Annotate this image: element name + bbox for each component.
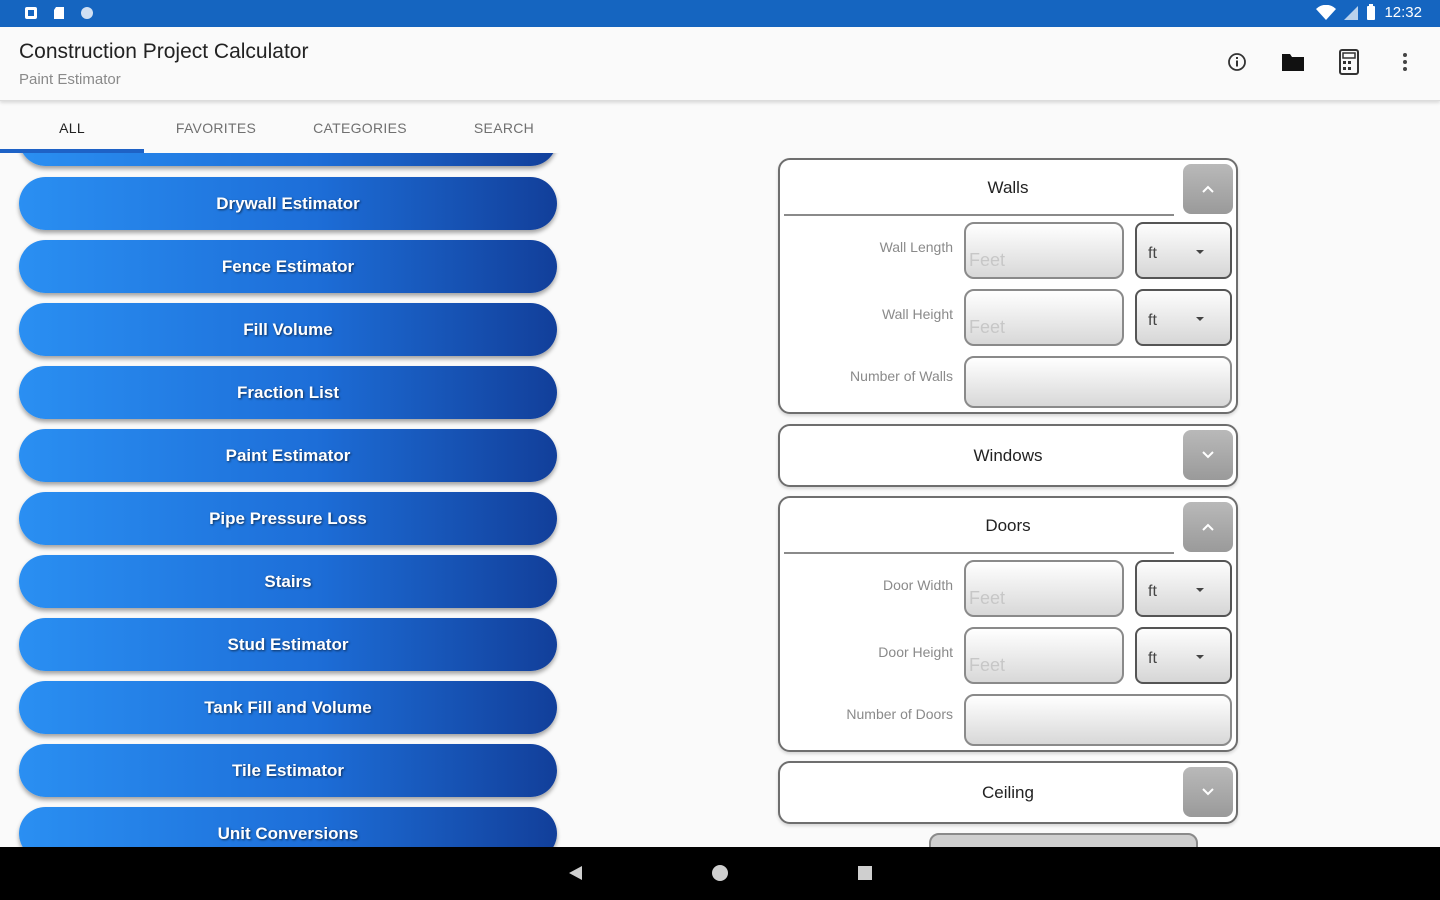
calculator-item[interactable]: Paint Estimator	[19, 429, 557, 482]
calculator-item[interactable]: Fraction List	[19, 366, 557, 419]
calculator-item[interactable]: Stud Estimator	[19, 618, 557, 671]
calculator-item[interactable]: Fence Estimator	[19, 240, 557, 293]
tab-categories[interactable]: CATEGORIES	[288, 103, 432, 153]
door-width-placeholder: Feet	[969, 588, 1006, 608]
app-bar: Construction Project Calculator Paint Es…	[0, 27, 1440, 101]
recents-icon[interactable]	[858, 866, 872, 880]
calculator-icon	[1339, 49, 1359, 75]
door-height-input[interactable]: Feet	[964, 627, 1124, 684]
wall-length-input[interactable]: Feet	[964, 222, 1124, 279]
calculator-item[interactable]: Drywall Estimator	[19, 177, 557, 230]
dropdown-caret-icon	[1196, 317, 1204, 321]
walls-section: Walls Wall Length Feet ft Wall Height Fe…	[778, 158, 1238, 414]
home-icon[interactable]	[712, 865, 728, 881]
chevron-up-icon	[1202, 185, 1214, 193]
info-icon	[1228, 53, 1246, 71]
calculator-button[interactable]	[1336, 49, 1362, 75]
more-vert-icon	[1403, 53, 1407, 71]
app-subtitle: Paint Estimator	[19, 71, 121, 88]
number-of-walls-input[interactable]	[964, 356, 1232, 408]
wall-length-placeholder: Feet	[969, 250, 1006, 270]
calculator-item[interactable]: Stairs	[19, 555, 557, 608]
doors-section: Doors Door Width Feet ft Door Height Fee…	[778, 496, 1238, 752]
wall-length-unit-select[interactable]: ft	[1135, 222, 1232, 279]
wall-height-unit: ft	[1148, 312, 1157, 329]
dropdown-caret-icon	[1196, 655, 1204, 659]
door-height-placeholder: Feet	[969, 655, 1006, 675]
sd-card-icon	[54, 7, 64, 19]
status-bar: 12:32	[0, 0, 1440, 27]
sync-icon	[81, 7, 93, 19]
walls-collapse-button[interactable]	[1183, 164, 1233, 214]
windows-expand-button[interactable]	[1183, 430, 1233, 480]
battery-icon	[1367, 4, 1376, 20]
folder-icon	[1282, 54, 1304, 71]
app-title: Construction Project Calculator	[19, 40, 309, 63]
door-width-unit: ft	[1148, 583, 1157, 600]
wall-height-input[interactable]: Feet	[964, 289, 1124, 346]
calculator-item[interactable]: Unit Conversions	[19, 807, 557, 847]
dropdown-caret-icon	[1196, 250, 1204, 254]
signal-icon	[1344, 5, 1359, 20]
calculator-item[interactable]: Tile Estimator	[19, 744, 557, 797]
doors-collapse-button[interactable]	[1183, 502, 1233, 552]
door-width-unit-select[interactable]: ft	[1135, 560, 1232, 617]
calculator-item[interactable]: Pipe Pressure Loss	[19, 492, 557, 545]
tab-favorites[interactable]: FAVORITES	[144, 103, 288, 153]
windows-section-title: Windows	[973, 446, 1043, 465]
tab-all[interactable]: ALL	[0, 103, 144, 153]
door-height-unit: ft	[1148, 650, 1157, 667]
wall-height-label: Wall Height	[881, 306, 953, 322]
notification-icon	[25, 7, 37, 19]
back-icon[interactable]	[569, 866, 582, 880]
open-folder-button[interactable]	[1280, 49, 1306, 75]
wifi-icon	[1316, 4, 1337, 20]
ceiling-expand-button[interactable]	[1183, 767, 1233, 817]
wall-length-unit: ft	[1148, 245, 1157, 262]
number-of-walls-label: Number of Walls	[850, 368, 953, 384]
walls-section-title: Walls	[987, 178, 1029, 197]
doors-section-title: Doors	[985, 516, 1031, 535]
number-of-doors-input[interactable]	[964, 694, 1232, 746]
dropdown-caret-icon	[1196, 588, 1204, 592]
calculator-item[interactable]: Tank Fill and Volume	[19, 681, 557, 734]
calculator-list[interactable]: Drywall Estimator Fence Estimator Fill V…	[0, 153, 580, 847]
status-time: 12:32	[1384, 4, 1422, 21]
chevron-down-icon	[1202, 788, 1214, 796]
chevron-up-icon	[1202, 523, 1214, 531]
door-width-label: Door Width	[882, 577, 953, 593]
windows-section: Windows	[778, 424, 1238, 487]
tab-bar: ALL FAVORITES CATEGORIES SEARCH	[0, 103, 580, 153]
door-width-input[interactable]: Feet	[964, 560, 1124, 617]
door-height-label: Door Height	[878, 644, 953, 660]
wall-height-placeholder: Feet	[969, 317, 1006, 337]
tab-search[interactable]: SEARCH	[432, 103, 576, 153]
wall-height-unit-select[interactable]: ft	[1135, 289, 1232, 346]
ceiling-section-title: Ceiling	[982, 783, 1034, 802]
door-height-unit-select[interactable]: ft	[1135, 627, 1232, 684]
number-of-doors-label: Number of Doors	[846, 706, 953, 722]
calculator-item[interactable]: Fill Volume	[19, 303, 557, 356]
ceiling-section: Ceiling	[778, 761, 1238, 824]
chevron-down-icon	[1202, 451, 1214, 459]
info-button[interactable]	[1224, 49, 1250, 75]
wall-length-label: Wall Length	[879, 239, 953, 255]
calculator-button-partial[interactable]	[19, 153, 557, 166]
more-options-button[interactable]	[1392, 49, 1418, 75]
